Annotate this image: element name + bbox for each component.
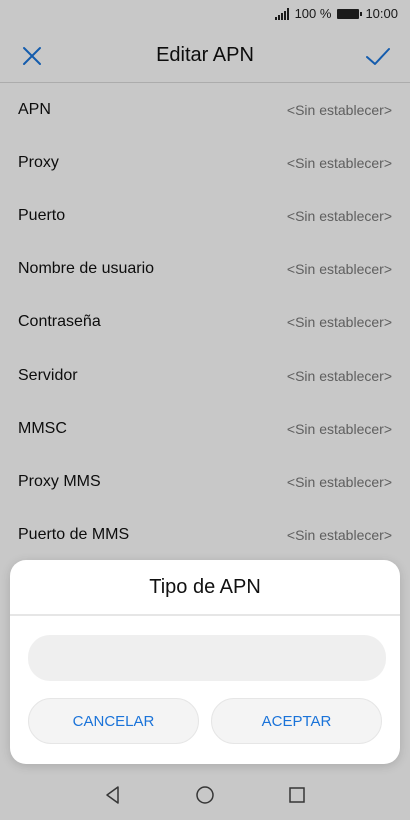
apn-type-input[interactable] (28, 635, 386, 681)
dialog-title: Tipo de APN (149, 576, 261, 598)
apn-type-dialog: Tipo de APN CANCELAR ACEPTAR (10, 560, 400, 764)
dialog-divider (10, 614, 400, 616)
accept-button[interactable]: ACEPTAR (211, 698, 382, 744)
cancel-button[interactable]: CANCELAR (28, 698, 199, 744)
